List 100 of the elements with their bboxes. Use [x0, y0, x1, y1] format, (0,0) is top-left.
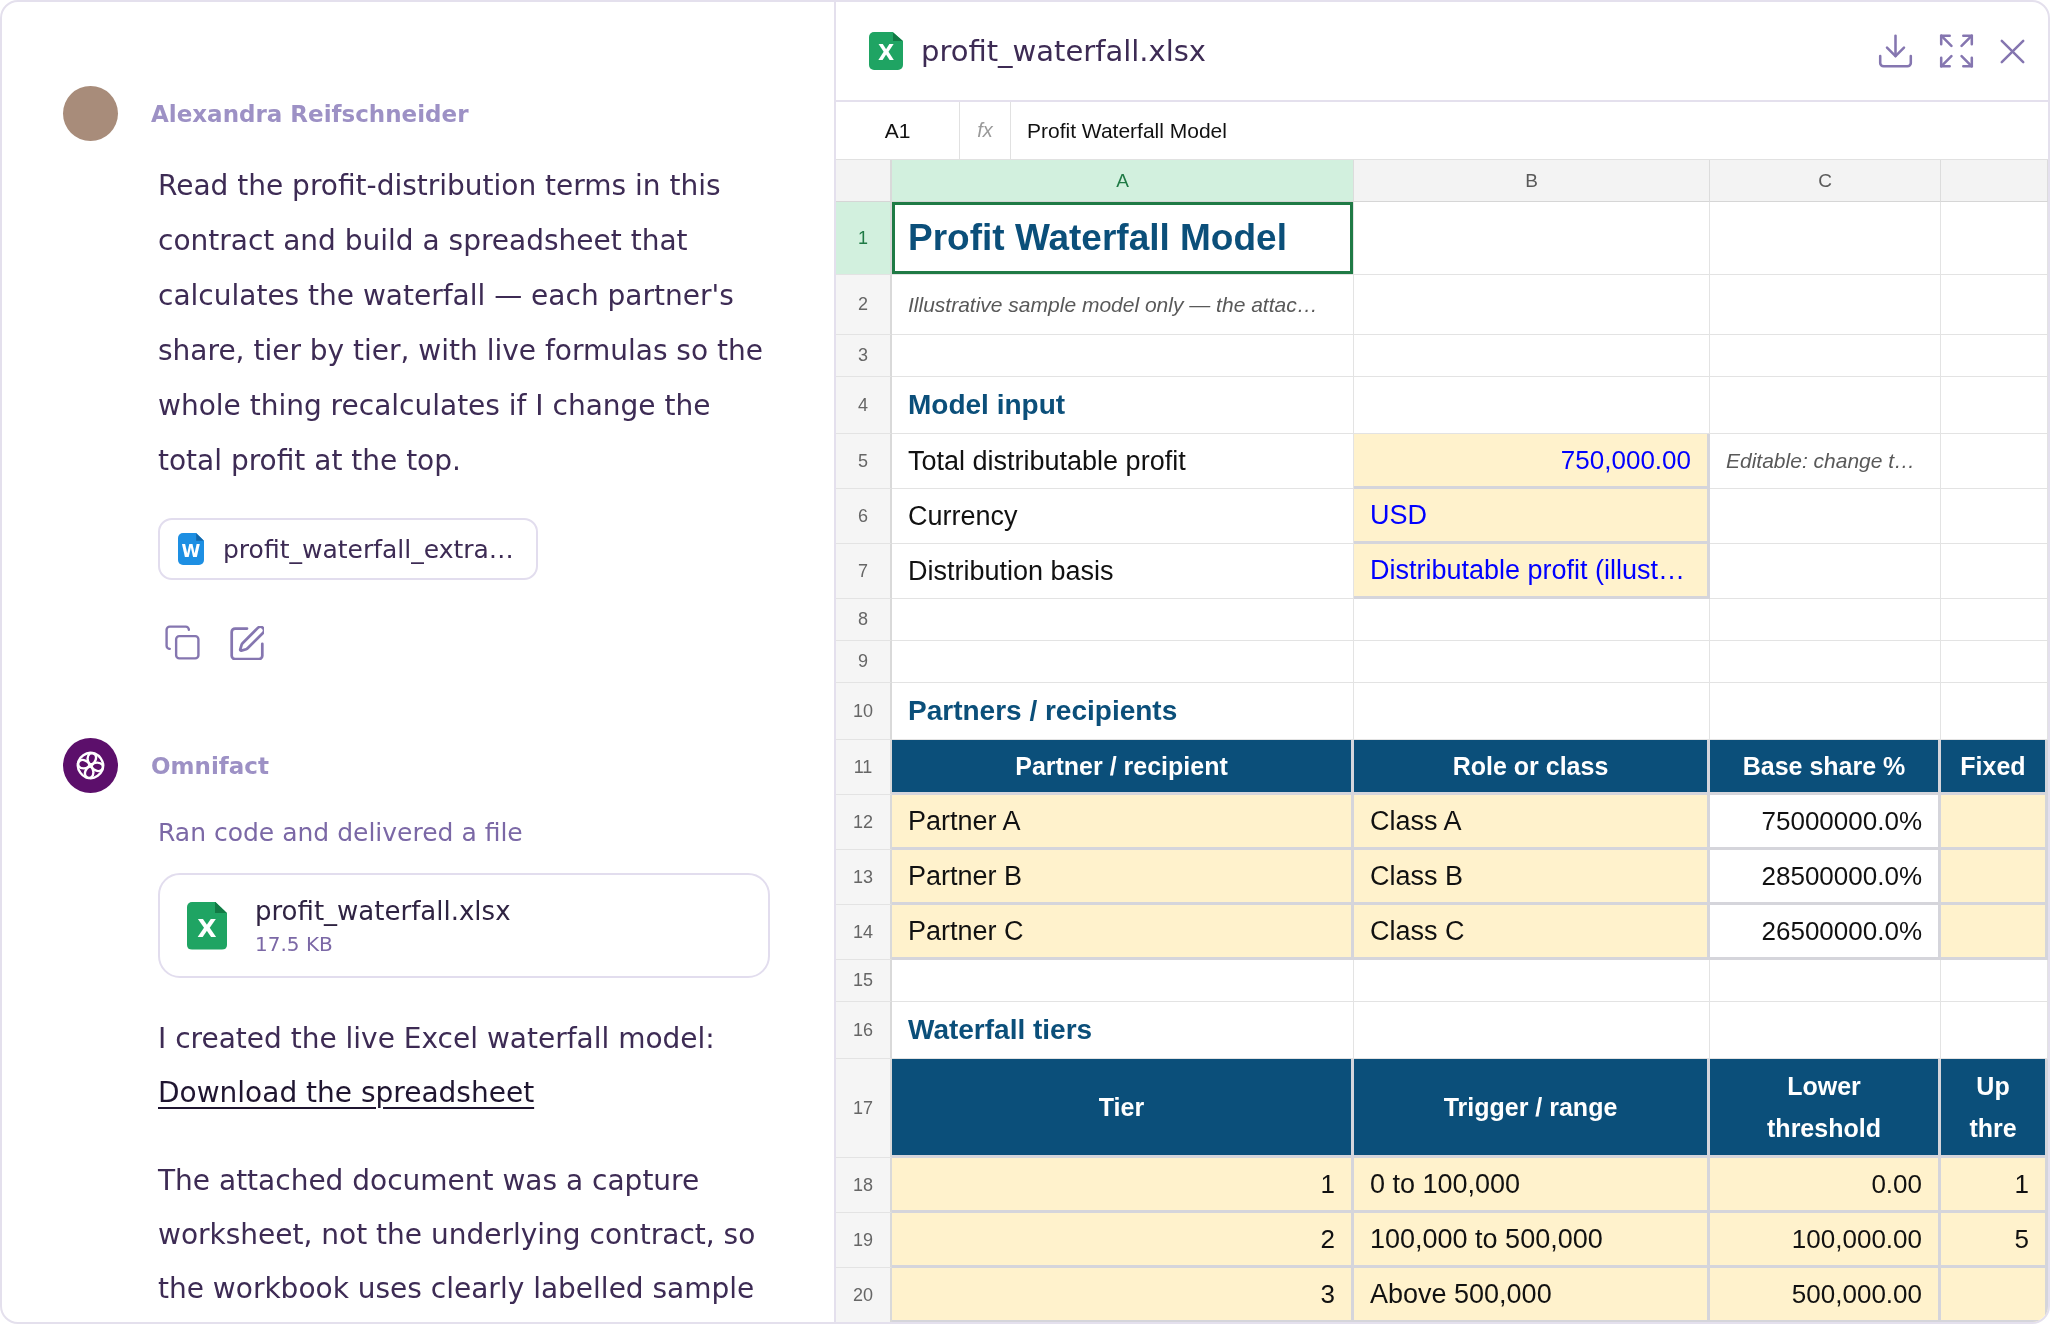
row-number[interactable]: 5	[836, 434, 892, 489]
input-cell[interactable]: Distributable profit (illust…	[1354, 544, 1710, 599]
sheet-cell[interactable]: Illustrative sample model only — the attac…	[892, 275, 1354, 335]
input-cell[interactable]: 100,000.00	[1710, 1213, 1941, 1268]
row-number[interactable]: 17	[836, 1059, 892, 1158]
input-cell[interactable]: Class C	[1354, 905, 1710, 960]
row-number[interactable]: 13	[836, 850, 892, 905]
empty-cell[interactable]	[1941, 489, 2048, 544]
sheet-cell[interactable]: Total distributable profit	[892, 434, 1354, 489]
sheet-cell[interactable]: Editable: change t…	[1710, 434, 1941, 489]
column-heading[interactable]: Lower threshold	[1710, 1059, 1941, 1158]
file-card[interactable]: X profit_waterfall.xlsx 17.5 KB	[158, 873, 770, 978]
empty-cell[interactable]	[1941, 377, 2048, 434]
column-letter[interactable]: C	[1710, 160, 1941, 202]
column-heading[interactable]: Tier	[892, 1059, 1354, 1158]
input-cell[interactable]: Class A	[1354, 795, 1710, 850]
input-cell[interactable]: 5	[1941, 1213, 2048, 1268]
column-heading[interactable]: Fixed	[1941, 740, 2048, 795]
empty-cell[interactable]	[1354, 335, 1710, 377]
input-cell[interactable]: 3	[892, 1268, 1354, 1322]
empty-cell[interactable]	[1354, 960, 1710, 1002]
input-cell[interactable]: 0 to 100,000	[1354, 1158, 1710, 1213]
row-number[interactable]: 16	[836, 1002, 892, 1059]
row-number[interactable]: 20	[836, 1268, 892, 1322]
row-number[interactable]: 3	[836, 335, 892, 377]
empty-cell[interactable]	[1941, 960, 2048, 1002]
sheet-cell[interactable]: Currency	[892, 489, 1354, 544]
row-number[interactable]: 18	[836, 1158, 892, 1213]
row-number[interactable]: 14	[836, 905, 892, 960]
table-cell[interactable]: 75000000.0%	[1710, 795, 1941, 850]
empty-cell[interactable]	[1941, 275, 2048, 335]
input-cell[interactable]: 100,000 to 500,000	[1354, 1213, 1710, 1268]
row-number[interactable]: 6	[836, 489, 892, 544]
close-icon[interactable]	[2000, 38, 2025, 64]
empty-cell[interactable]	[1941, 544, 2048, 599]
empty-cell[interactable]	[1941, 599, 2048, 641]
input-cell[interactable]: Partner C	[892, 905, 1354, 960]
download-link[interactable]: Download the spreadsheet	[158, 1076, 535, 1109]
column-header[interactable]	[1941, 160, 2048, 202]
empty-cell[interactable]	[1941, 434, 2048, 489]
sheet-cell[interactable]: Model input	[892, 377, 1354, 434]
edit-icon[interactable]	[230, 625, 264, 660]
row-number[interactable]: 9	[836, 641, 892, 683]
column-letter[interactable]: B	[1354, 160, 1710, 202]
empty-cell[interactable]	[1941, 641, 2048, 683]
column-heading[interactable]: Base share %	[1710, 740, 1941, 795]
input-cell[interactable]	[1941, 1268, 2048, 1322]
copy-icon[interactable]	[165, 625, 200, 660]
input-cell[interactable]: 1	[1941, 1158, 2048, 1213]
row-number[interactable]: 2	[836, 275, 892, 335]
attachment-chip[interactable]: W profit_waterfall_extra…	[158, 518, 538, 580]
input-cell[interactable]: 750,000.00	[1354, 434, 1710, 489]
column-heading[interactable]: Role or class	[1354, 740, 1710, 795]
empty-cell[interactable]	[1710, 377, 1941, 434]
formula-field[interactable]: Profit Waterfall Model	[1011, 102, 2048, 159]
input-cell[interactable]: Partner A	[892, 795, 1354, 850]
column-heading[interactable]: Trigger / range	[1354, 1059, 1710, 1158]
row-number[interactable]: 7	[836, 544, 892, 599]
row-number[interactable]: 4	[836, 377, 892, 434]
empty-cell[interactable]	[1710, 275, 1941, 335]
row-number[interactable]: 1	[836, 202, 892, 275]
row-number[interactable]: 10	[836, 683, 892, 740]
input-cell[interactable]: 500,000.00	[1710, 1268, 1941, 1322]
row-number[interactable]: 8	[836, 599, 892, 641]
sheet-cell[interactable]: Distribution basis	[892, 544, 1354, 599]
empty-cell[interactable]	[1710, 202, 1941, 275]
empty-cell[interactable]	[1941, 335, 2048, 377]
input-cell[interactable]: 0.00	[1710, 1158, 1941, 1213]
empty-cell[interactable]	[1710, 641, 1941, 683]
empty-cell[interactable]	[1354, 275, 1710, 335]
input-cell[interactable]	[1941, 795, 2048, 850]
input-cell[interactable]: 2	[892, 1213, 1354, 1268]
empty-cell[interactable]	[1710, 599, 1941, 641]
empty-cell[interactable]	[1710, 335, 1941, 377]
empty-cell[interactable]	[1941, 202, 2048, 275]
empty-cell[interactable]	[1354, 599, 1710, 641]
input-cell[interactable]: 1	[892, 1158, 1354, 1213]
row-number[interactable]: 12	[836, 795, 892, 850]
column-letter[interactable]: A	[892, 160, 1354, 202]
expand-icon[interactable]	[1939, 34, 1974, 68]
table-cell[interactable]: 26500000.0%	[1710, 905, 1941, 960]
input-cell[interactable]	[1941, 850, 2048, 905]
download-icon[interactable]	[1878, 34, 1913, 68]
row-number[interactable]: 15	[836, 960, 892, 1002]
input-cell[interactable]: Class B	[1354, 850, 1710, 905]
column-heading[interactable]: Up thre	[1941, 1059, 2048, 1158]
select-all-corner[interactable]	[836, 160, 892, 202]
input-cell[interactable]: USD	[1354, 489, 1710, 544]
empty-cell[interactable]	[1354, 202, 1710, 275]
empty-cell[interactable]	[1710, 960, 1941, 1002]
column-heading[interactable]: Partner / recipient	[892, 740, 1354, 795]
input-cell[interactable]	[1941, 905, 2048, 960]
input-cell[interactable]: Above 500,000	[1354, 1268, 1710, 1322]
empty-cell[interactable]	[1354, 641, 1710, 683]
row-number[interactable]: 19	[836, 1213, 892, 1268]
table-cell[interactable]: 28500000.0%	[1710, 850, 1941, 905]
input-cell[interactable]: Partner B	[892, 850, 1354, 905]
cell-reference-field[interactable]: A1	[836, 102, 960, 159]
row-number[interactable]: 11	[836, 740, 892, 795]
selected-cell[interactable]: Profit Waterfall Model	[892, 202, 1354, 275]
